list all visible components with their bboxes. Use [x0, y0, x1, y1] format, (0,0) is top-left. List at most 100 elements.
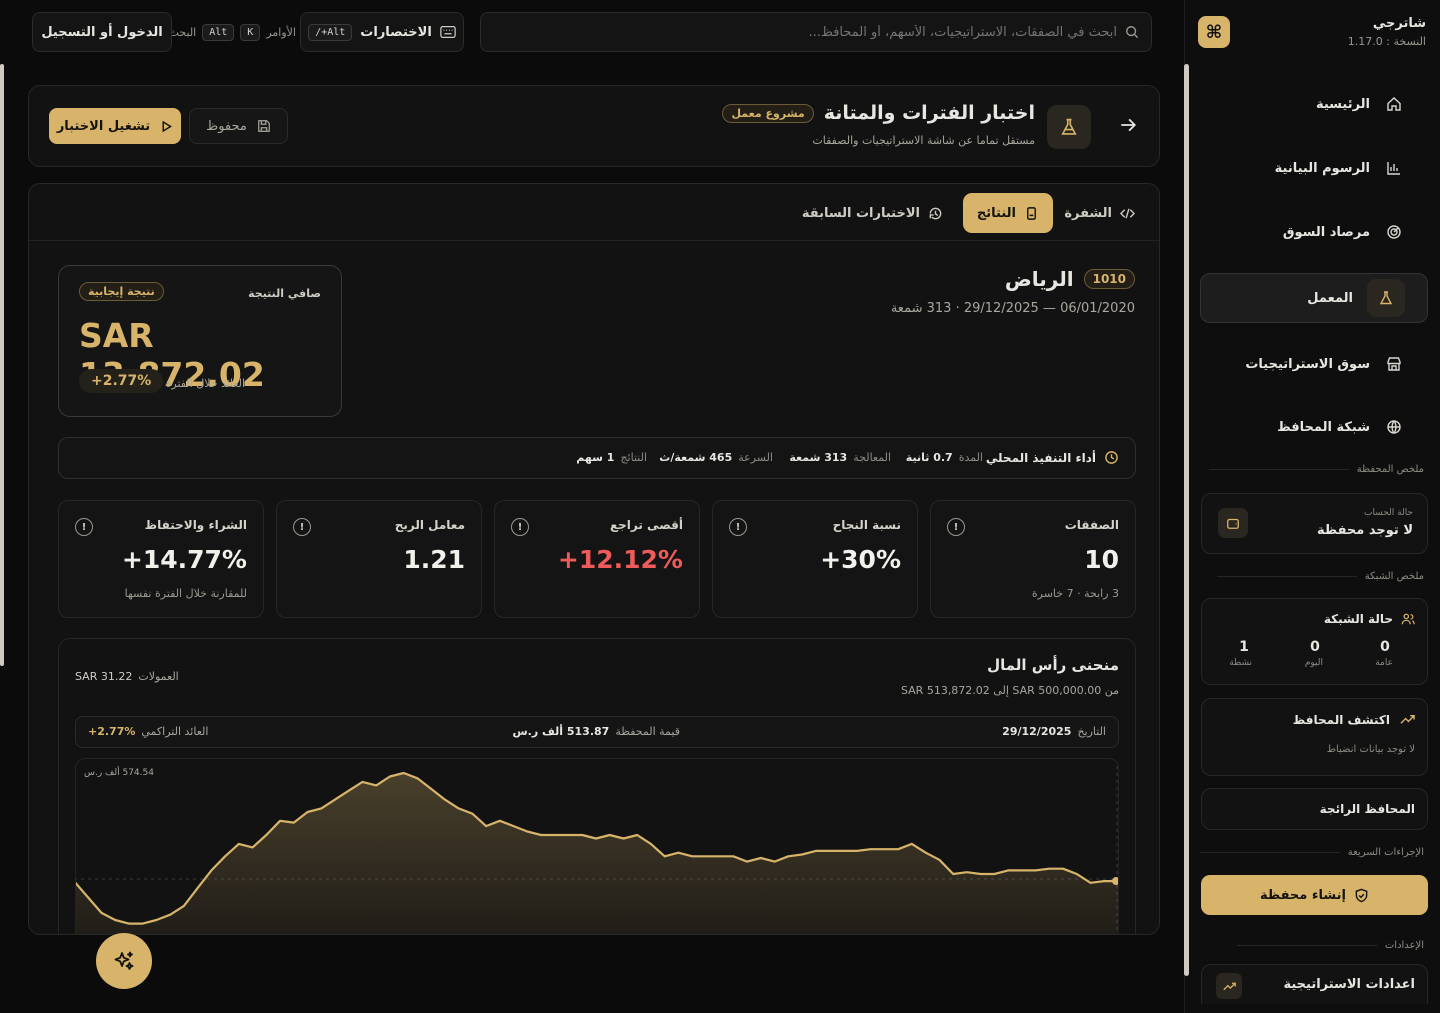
tabs-bar: الشفرة النتائج الاختبارات السابقة	[29, 184, 1159, 241]
strategy-settings-card[interactable]: اعدادات الاستراتيجية	[1201, 964, 1428, 1004]
stat-card-win-rate: نسبة النجاح ! 30%+	[712, 500, 918, 618]
left-scrollbar[interactable]	[0, 64, 4, 666]
account-status-label: حالة الحساب	[1363, 508, 1413, 518]
history-icon	[928, 206, 943, 221]
quick-actions-label: الإجراءات السريعة	[1200, 847, 1424, 858]
lab-project-badge: مشروع معمل	[722, 103, 814, 123]
sidebar-item-portfolio-network[interactable]: شبكة المحافظ	[1214, 403, 1426, 451]
sidebar-item-label: الرسوم البيانية	[1274, 160, 1370, 176]
stat-title: نسبة النجاح	[832, 518, 901, 532]
app-name: شاترجي	[1372, 16, 1426, 31]
stat-card-max-drawdown: أقصى تراجع ! 12.12%+	[494, 500, 700, 618]
keyboard-icon	[440, 25, 456, 39]
stat-value: 30%+	[820, 545, 901, 574]
brand: ⌘ شاترجي النسخة : 1.17.0	[1198, 14, 1426, 54]
create-portfolio-button[interactable]: إنشاء محفظة	[1201, 875, 1428, 915]
shortcuts-button[interactable]: الاختصارات Alt+/	[300, 12, 464, 52]
sparkles-icon	[112, 949, 136, 973]
portfolio-summary-label: ملخص المحفظة	[1209, 464, 1424, 475]
home-icon	[1384, 94, 1404, 114]
network-stat-today: 0 اليوم	[1304, 639, 1323, 668]
commands-key-k: K	[240, 23, 261, 41]
sidebar-item-charts[interactable]: الرسوم البيانية	[1214, 144, 1426, 192]
globe-icon	[1384, 417, 1404, 437]
play-icon	[160, 120, 173, 133]
stat-sub: للمقارنة خلال الفترة نفسها	[124, 587, 247, 600]
chart-icon	[1384, 158, 1404, 178]
stat-value: 1.21	[403, 545, 465, 574]
sidebar-item-lab[interactable]: المعمل	[1200, 273, 1428, 323]
sidebar-item-label: سوق الاستراتيجيات	[1245, 356, 1370, 372]
info-icon[interactable]: !	[729, 518, 747, 536]
sidebar-item-strategy-market[interactable]: سوق الاستراتيجيات	[1214, 340, 1426, 388]
tooltip-portfolio-value: قيمة المحفظة 513.87 ألف ر.س	[512, 725, 681, 738]
shortcuts-label: الاختصارات	[360, 24, 432, 40]
results-panel: الشفرة النتائج الاختبارات السابقة 1010 ا…	[28, 183, 1160, 935]
ai-assistant-button[interactable]	[96, 933, 152, 989]
shield-icon	[1354, 888, 1369, 903]
performance-strip: أداء التنفيذ المحلي المدة 0.7 ثانية المعا…	[58, 437, 1136, 479]
code-icon	[1120, 206, 1135, 221]
users-icon	[1401, 612, 1415, 626]
strategy-settings-label: اعدادات الاستراتيجية	[1283, 977, 1415, 992]
discover-portfolios-card[interactable]: اكتشف المحافظ لا توجد بيانات انضباط	[1201, 698, 1428, 776]
shortcuts-key: Alt+/	[308, 23, 353, 41]
arrow-right-icon[interactable]	[1119, 116, 1137, 134]
stat-card-profit-factor: معامل الربح ! 1.21	[276, 500, 482, 618]
page-subtitle: مستقل تماما عن شاشة الاستراتيجيات والصفق…	[812, 134, 1035, 147]
sidebar-item-label: شبكة المحافظ	[1277, 419, 1370, 435]
stat-title: الصفقات	[1064, 518, 1119, 532]
stat-card-buy-hold: الشراء والاحتفاظ ! 14.77%+ للمقارنة خلال…	[58, 500, 264, 618]
command-palette-hint[interactable]: الأوامر K Alt البحث	[169, 12, 296, 52]
trending-title: المحافظ الرائجة	[1319, 802, 1415, 816]
network-stat-active: 1 نشطة	[1229, 639, 1252, 668]
search-icon	[1125, 25, 1139, 39]
perf-speed: السرعة 465 شمعة/ث	[659, 451, 773, 464]
wallet-icon	[1218, 508, 1248, 538]
tab-results[interactable]: النتائج	[962, 193, 1053, 233]
trend-up-icon	[1216, 973, 1242, 999]
sidebar-item-home[interactable]: الرئيسية	[1214, 80, 1426, 128]
info-icon[interactable]: !	[511, 518, 529, 536]
equity-fees: العمولات SAR 31.22	[75, 670, 179, 683]
sidebar-item-label: المعمل	[1307, 290, 1353, 306]
commands-label: الأوامر	[266, 25, 296, 39]
account-status-card[interactable]: حالة الحساب لا توجد محفظة	[1201, 493, 1428, 554]
main-scrollbar[interactable]	[1184, 64, 1189, 976]
stat-card-trades: الصفقات ! 10 3 رابحة · 7 خاسرة	[930, 500, 1136, 618]
trending-portfolios-card[interactable]: المحافظ الرائجة	[1201, 788, 1428, 830]
equity-title: منحنى رأس المال	[987, 656, 1119, 674]
sidebar-item-label: الرئيسية	[1315, 96, 1370, 112]
stat-value: 14.77%+	[121, 545, 247, 574]
info-icon[interactable]: !	[75, 518, 93, 536]
tab-code[interactable]: الشفرة	[1050, 193, 1149, 233]
trend-up-icon	[1400, 712, 1415, 727]
search-input[interactable]	[493, 24, 1117, 40]
run-test-button[interactable]: تشغيل الاختبار	[49, 108, 181, 144]
command-icon[interactable]: ⌘	[1198, 16, 1230, 48]
page-header: اختبار الفترات والمتانة مشروع معمل مستقل…	[28, 85, 1160, 167]
equity-chart-svg	[76, 759, 1118, 934]
info-icon[interactable]: !	[947, 518, 965, 536]
sidebar-item-market-radar[interactable]: مرصاد السوق	[1214, 208, 1426, 256]
tooltip-cumulative-return: العائد التراكمي +2.77%	[88, 725, 209, 738]
sidebar: ⌘ شاترجي النسخة : 1.17.0 الرئيسية الرسوم…	[1184, 0, 1440, 1013]
clock-icon	[1104, 450, 1119, 465]
account-status-value: لا توجد محفظة	[1317, 523, 1413, 538]
perf-duration: المدة 0.7 ثانية	[905, 451, 983, 464]
saved-button[interactable]: محفوظ	[189, 108, 288, 144]
equity-tooltip-bar: التاريخ 29/12/2025 قيمة المحفظة 513.87 ألف…	[75, 716, 1119, 748]
test-period: 06/01/2020 — 29/12/2025 · 313 شمعة	[890, 301, 1135, 316]
equity-chart[interactable]: 574.54 ألف ر.س	[75, 758, 1119, 934]
info-icon[interactable]: !	[293, 518, 311, 536]
tab-previous-tests[interactable]: الاختبارات السابقة	[788, 193, 957, 233]
equity-curve-card: منحنى رأس المال من SAR 500,000.00 إلى SA…	[58, 638, 1136, 934]
search-bar[interactable]	[480, 12, 1152, 52]
net-result-label: صافي النتيجة	[248, 287, 321, 300]
network-status-card: حالة الشبكة 0 عامة 0 اليوم 1 نشطة	[1201, 598, 1428, 685]
network-status-title: حالة الشبكة	[1323, 612, 1393, 626]
flask-icon	[1367, 279, 1405, 317]
stat-title: الشراء والاحتفاظ	[144, 518, 247, 532]
period-return-label: العائد خلال الفترة	[165, 377, 245, 390]
login-button[interactable]: الدخول أو التسجيل	[32, 12, 172, 52]
